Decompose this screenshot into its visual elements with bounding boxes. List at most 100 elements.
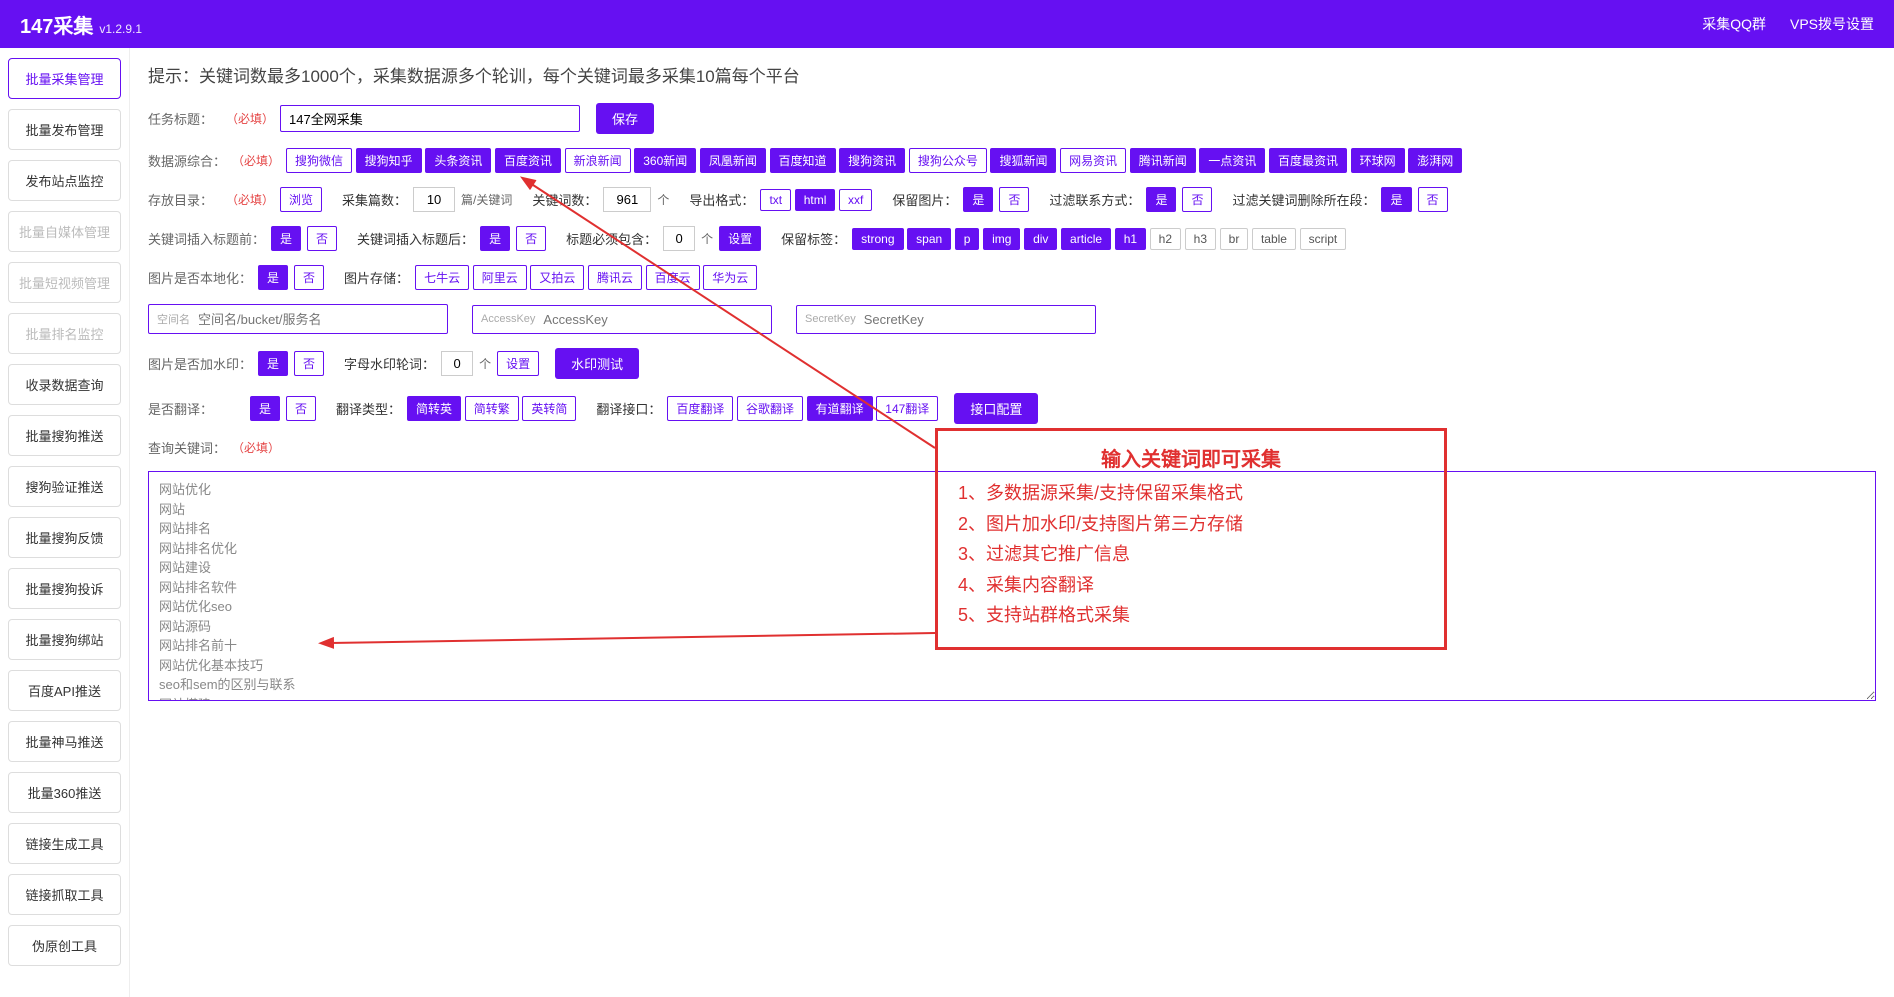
tag-option[interactable]: article <box>1061 228 1111 250</box>
keep-image-yes[interactable]: 是 <box>963 187 993 212</box>
sidebar-item[interactable]: 链接抓取工具 <box>8 874 121 915</box>
collect-count-input[interactable] <box>413 187 455 212</box>
tag-option[interactable]: span <box>907 228 951 250</box>
sidebar-item[interactable]: 链接生成工具 <box>8 823 121 864</box>
api-config-button[interactable]: 接口配置 <box>954 393 1038 424</box>
title-contain-input[interactable] <box>663 226 695 251</box>
tag-option[interactable]: 英转简 <box>522 396 576 421</box>
translate-no[interactable]: 否 <box>286 396 316 421</box>
header-link-vps[interactable]: VPS拨号设置 <box>1790 14 1874 34</box>
tag-option[interactable]: img <box>983 228 1020 250</box>
tag-option[interactable]: 澎湃网 <box>1408 148 1462 173</box>
tag-option[interactable]: 147翻译 <box>876 396 938 421</box>
sidebar-item[interactable]: 百度API推送 <box>8 670 121 711</box>
keep-image-no[interactable]: 否 <box>999 187 1029 212</box>
sidebar-item[interactable]: 批量发布管理 <box>8 109 121 150</box>
keyword-count-input[interactable] <box>603 187 651 212</box>
keyword-count-unit: 个 <box>657 191 669 208</box>
tag-option[interactable]: 头条资讯 <box>425 148 491 173</box>
insert-after-no[interactable]: 否 <box>516 226 546 251</box>
tag-option[interactable]: br <box>1220 228 1249 250</box>
tag-option[interactable]: 简转英 <box>407 396 461 421</box>
tag-option[interactable]: 有道翻译 <box>807 396 873 421</box>
tag-option[interactable]: 百度资讯 <box>495 148 561 173</box>
tag-option[interactable]: 华为云 <box>703 265 757 290</box>
tag-option[interactable]: p <box>955 228 980 250</box>
translate-api-label: 翻译接口： <box>596 399 661 418</box>
insert-before-yes[interactable]: 是 <box>271 226 301 251</box>
sidebar-item[interactable]: 搜狗验证推送 <box>8 466 121 507</box>
img-local-no[interactable]: 否 <box>294 265 324 290</box>
letter-rotate-input[interactable] <box>441 351 473 376</box>
tag-option[interactable]: h2 <box>1150 228 1181 250</box>
sidebar-item[interactable]: 批量神马推送 <box>8 721 121 762</box>
tag-option[interactable]: 七牛云 <box>415 265 469 290</box>
tag-option[interactable]: 阿里云 <box>473 265 527 290</box>
filter-kw-del-no[interactable]: 否 <box>1418 187 1448 212</box>
tag-option[interactable]: h1 <box>1115 228 1146 250</box>
tag-option[interactable]: 凤凰新闻 <box>700 148 766 173</box>
tag-option[interactable]: 搜狗公众号 <box>909 148 987 173</box>
tag-option[interactable]: div <box>1024 228 1057 250</box>
watermark-no[interactable]: 否 <box>294 351 324 376</box>
keyword-count-label: 关键词数： <box>532 190 597 209</box>
tag-option[interactable]: 百度翻译 <box>667 396 733 421</box>
filter-contact-no[interactable]: 否 <box>1182 187 1212 212</box>
tag-option[interactable]: 百度云 <box>646 265 700 290</box>
save-button[interactable]: 保存 <box>596 103 654 134</box>
tag-option[interactable]: 搜狗资讯 <box>839 148 905 173</box>
translate-yes[interactable]: 是 <box>250 396 280 421</box>
tag-option[interactable]: html <box>795 189 836 211</box>
sidebar-item[interactable]: 收录数据查询 <box>8 364 121 405</box>
bucket-input[interactable] <box>198 312 439 327</box>
tag-option[interactable]: h3 <box>1185 228 1216 250</box>
bucket-field[interactable]: 空间名 <box>148 304 448 334</box>
accesskey-field[interactable]: AccessKey <box>472 305 772 334</box>
sidebar-item[interactable]: 伪原创工具 <box>8 925 121 966</box>
tag-option[interactable]: 简转繁 <box>465 396 519 421</box>
insert-after-yes[interactable]: 是 <box>480 226 510 251</box>
tag-option[interactable]: 搜狗微信 <box>286 148 352 173</box>
sidebar-item[interactable]: 批量搜狗推送 <box>8 415 121 456</box>
sidebar-item[interactable]: 发布站点监控 <box>8 160 121 201</box>
watermark-yes[interactable]: 是 <box>258 351 288 376</box>
title-contain-set[interactable]: 设置 <box>719 226 761 251</box>
tag-option[interactable]: 搜狗知乎 <box>356 148 422 173</box>
main-panel: 提示：关键词数最多1000个，采集数据源多个轮训，每个关键词最多采集10篇每个平… <box>130 48 1894 997</box>
sidebar-item[interactable]: 批量360推送 <box>8 772 121 813</box>
tag-option[interactable]: 腾讯新闻 <box>1130 148 1196 173</box>
filter-contact-yes[interactable]: 是 <box>1146 187 1176 212</box>
tag-option[interactable]: script <box>1300 228 1347 250</box>
browse-button[interactable]: 浏览 <box>280 187 322 212</box>
tag-option[interactable]: table <box>1252 228 1296 250</box>
img-local-yes[interactable]: 是 <box>258 265 288 290</box>
tag-option[interactable]: 百度知道 <box>770 148 836 173</box>
sidebar-item[interactable]: 批量采集管理 <box>8 58 121 99</box>
keywords-textarea[interactable] <box>148 471 1876 701</box>
tag-option[interactable]: xxf <box>839 189 872 211</box>
task-title-input[interactable] <box>280 105 580 132</box>
tag-option[interactable]: 百度最资讯 <box>1269 148 1347 173</box>
tag-option[interactable]: 一点资讯 <box>1199 148 1265 173</box>
insert-before-no[interactable]: 否 <box>307 226 337 251</box>
tag-option[interactable]: 环球网 <box>1351 148 1405 173</box>
tag-option[interactable]: 新浪新闻 <box>565 148 631 173</box>
secretkey-field[interactable]: SecretKey <box>796 305 1096 334</box>
sidebar-item[interactable]: 批量搜狗投诉 <box>8 568 121 609</box>
letter-rotate-set[interactable]: 设置 <box>497 351 539 376</box>
tag-option[interactable]: 谷歌翻译 <box>737 396 803 421</box>
tag-option[interactable]: 网易资讯 <box>1060 148 1126 173</box>
sidebar-item[interactable]: 批量搜狗绑站 <box>8 619 121 660</box>
tag-option[interactable]: 又拍云 <box>530 265 584 290</box>
watermark-test-button[interactable]: 水印测试 <box>555 348 639 379</box>
sidebar-item[interactable]: 批量搜狗反馈 <box>8 517 121 558</box>
header-link-qq[interactable]: 采集QQ群 <box>1702 14 1766 34</box>
tag-option[interactable]: strong <box>852 228 903 250</box>
secretkey-input[interactable] <box>864 312 1087 327</box>
accesskey-input[interactable] <box>543 312 763 327</box>
filter-kw-del-yes[interactable]: 是 <box>1381 187 1411 212</box>
tag-option[interactable]: 搜狐新闻 <box>990 148 1056 173</box>
tag-option[interactable]: txt <box>760 189 791 211</box>
tag-option[interactable]: 腾讯云 <box>588 265 642 290</box>
tag-option[interactable]: 360新闻 <box>634 148 696 173</box>
